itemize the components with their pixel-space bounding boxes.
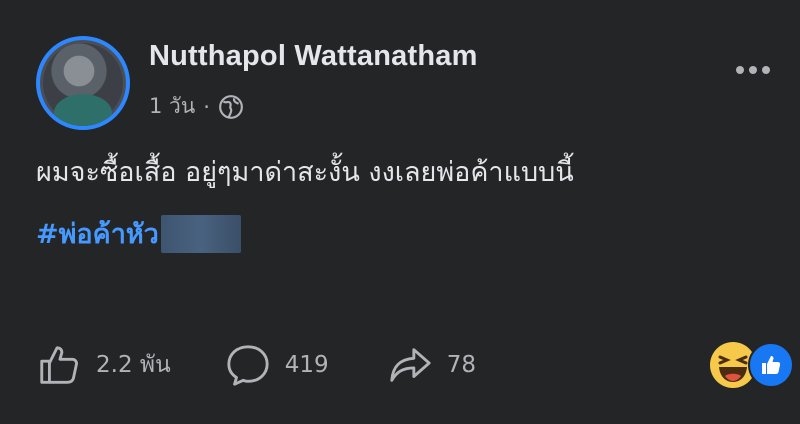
more-dot xyxy=(749,66,757,74)
thumbs-up-icon xyxy=(40,346,78,384)
more-dot xyxy=(762,66,770,74)
avatar-photo-figure xyxy=(54,94,112,126)
more-options-icon[interactable] xyxy=(736,66,770,74)
globe-icon[interactable] xyxy=(218,94,244,120)
author-avatar[interactable] xyxy=(36,36,130,130)
like-reaction-icon xyxy=(748,342,794,388)
hashtag-row: #พ่อค้าหัว xyxy=(36,212,241,255)
hashtag-link[interactable]: #พ่อค้าหัว xyxy=(36,212,159,255)
author-name[interactable]: Nutthapol Wattanatham xyxy=(149,40,478,73)
share-arrow-icon xyxy=(390,348,431,382)
post-meta: 1 วัน · xyxy=(149,90,244,123)
comment-count: 419 xyxy=(284,352,329,378)
post-actions: 2.2 พัน 419 78 xyxy=(36,342,476,388)
censored-text-block xyxy=(160,214,241,253)
like-button[interactable]: 2.2 พัน xyxy=(36,342,171,388)
post-text: ผมจะซื้อเสื้อ อยู่ๆมาด่าสะงั้น งงเลยพ่อค… xyxy=(36,157,574,188)
like-count: 2.2 พัน xyxy=(96,352,171,378)
reaction-summary[interactable] xyxy=(710,342,794,388)
comment-button[interactable]: 419 xyxy=(225,342,329,388)
more-dot xyxy=(736,66,744,74)
comment-bubble-icon xyxy=(227,345,269,386)
meta-separator: · xyxy=(203,94,210,119)
post-time[interactable]: 1 วัน xyxy=(149,90,195,123)
share-count: 78 xyxy=(446,352,476,378)
share-button[interactable]: 78 xyxy=(387,342,476,388)
